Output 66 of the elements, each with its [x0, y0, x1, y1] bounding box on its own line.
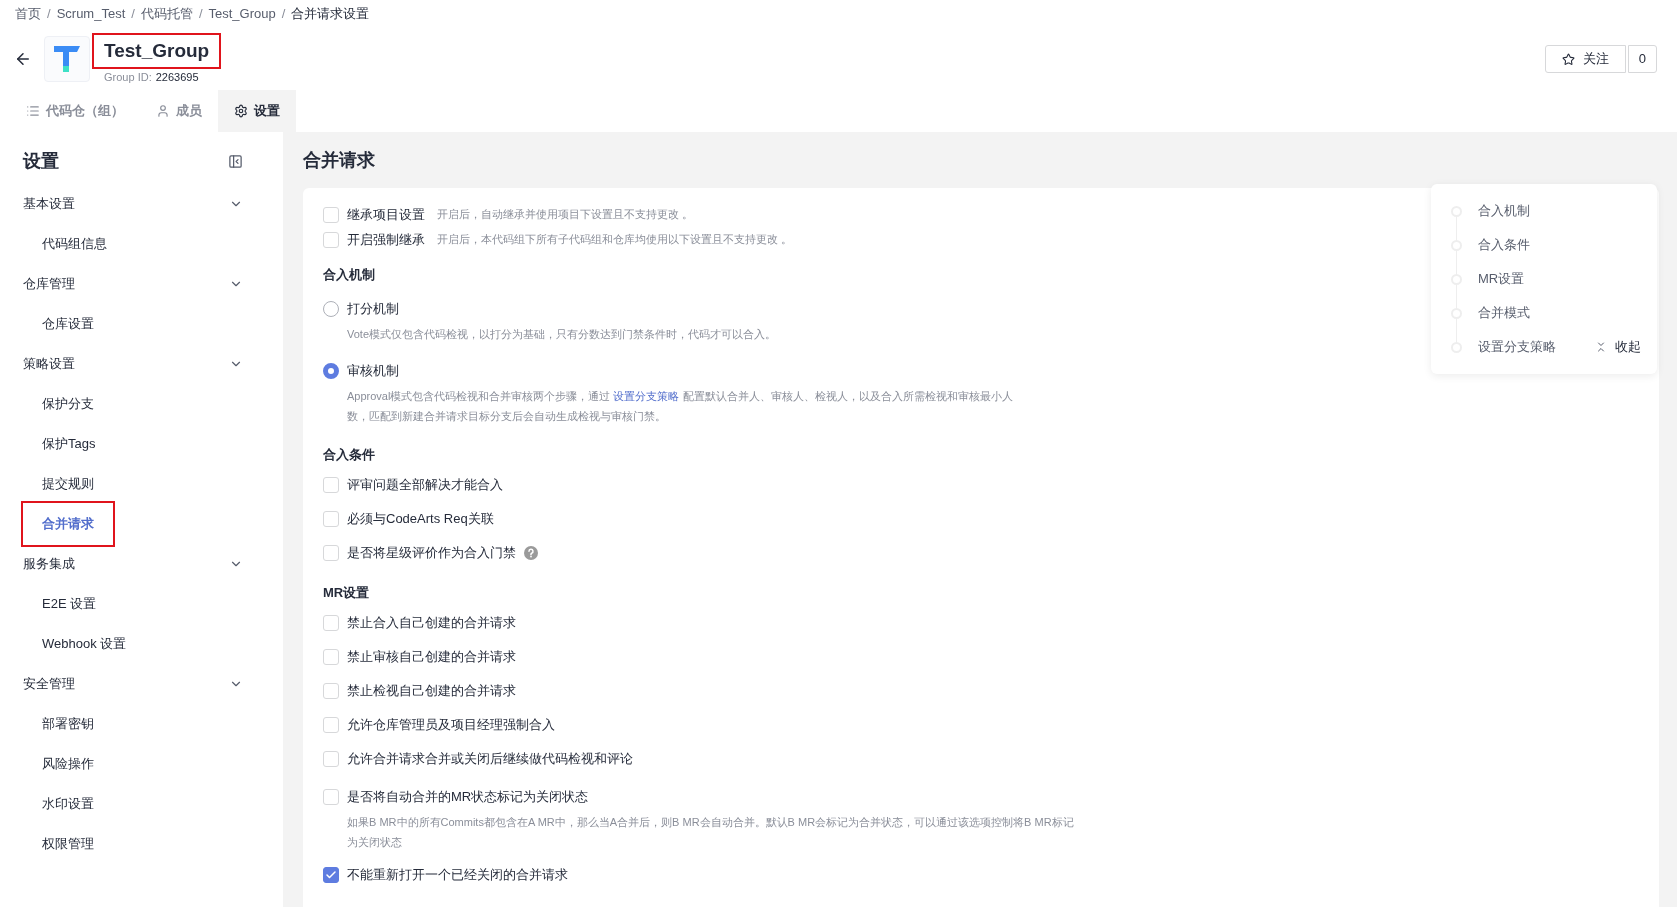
- toc-item[interactable]: 合入机制: [1478, 201, 1530, 221]
- gear-icon: [234, 104, 248, 118]
- group-id-label: Group ID:: [104, 70, 152, 85]
- option-description: Approval模式包含代码检视和合并审核两个步骤，通过 设置分支策略 配置默认合并人、审核人、检视人，以及合入所需检视和审核最小人数，匹配到新建合并请求目标分支后会自动生成检视与审核门禁。: [346, 389, 1014, 424]
- sidebar-item[interactable]: 合并请求: [21, 501, 115, 547]
- toc-item[interactable]: MR设置: [1478, 269, 1525, 289]
- sidebar-item[interactable]: 仓库设置: [21, 301, 115, 347]
- option-label: 开启强制继承: [347, 230, 425, 249]
- star-icon: [1561, 52, 1575, 66]
- breadcrumb-separator: /: [281, 5, 286, 24]
- option-label: 必须与CodeArts Req关联: [347, 510, 494, 529]
- sidebar-group[interactable]: 仓库管理: [23, 264, 243, 304]
- sidebar-group[interactable]: 安全管理: [23, 664, 243, 704]
- option-label: 是否将星级评价作为合入门禁: [347, 544, 516, 563]
- section-heading: MR设置: [323, 584, 370, 603]
- list-icon: [26, 104, 40, 118]
- group-title: Test_Group: [92, 32, 222, 69]
- breadcrumb-item: 合并请求设置: [291, 5, 370, 24]
- breadcrumb-separator: /: [131, 5, 135, 24]
- radio-button[interactable]: [323, 301, 339, 317]
- option-label: 允许合并请求合并或关闭后继续做代码检视和评论: [347, 750, 633, 769]
- help-icon[interactable]: [524, 546, 538, 560]
- option-description: 如果B MR中的所有Commits都包含在A MR中，那么当A合并后，则B MR会自动合并。默认B MR会标记为合并状态，可以通过该选项控制将B MR标记为关闭状态: [346, 815, 1075, 850]
- option-hint: 开启后，本代码组下所有子代码组和仓库均使用以下设置且不支持更改 。: [437, 232, 793, 248]
- option-label: 是否将自动合并的MR状态标记为关闭状态: [347, 788, 589, 807]
- sidebar-item[interactable]: 代码组信息: [21, 221, 128, 267]
- sidebar-group[interactable]: 服务集成: [23, 544, 243, 584]
- checkbox[interactable]: [323, 867, 339, 883]
- branch-policy-link[interactable]: 设置分支策略: [613, 390, 680, 402]
- tab[interactable]: 设置: [218, 90, 296, 132]
- collapse-icon: [1595, 341, 1607, 353]
- option-label: 打分机制: [347, 300, 399, 319]
- breadcrumb-separator: /: [47, 5, 51, 24]
- radio-button[interactable]: [323, 363, 339, 379]
- follow-count: 0: [1627, 45, 1657, 73]
- section-heading: 合入条件: [323, 446, 375, 465]
- option-hint: 开启后，自动继承并使用项目下设置且不支持更改 。: [437, 207, 694, 223]
- breadcrumb-item[interactable]: 代码托管: [140, 4, 193, 24]
- toc-item[interactable]: 合并模式: [1478, 303, 1530, 323]
- option-label: 审核机制: [347, 362, 399, 381]
- check-icon: [325, 869, 337, 881]
- option-label: 禁止审核自己创建的合并请求: [347, 648, 516, 667]
- toc-item[interactable]: 合入条件: [1478, 235, 1530, 255]
- option-label: 禁止合入自己创建的合并请求: [347, 614, 516, 633]
- option-description: Vote模式仅包含代码检视，以打分为基础，只有分数达到门禁条件时，代码才可以合入。: [346, 327, 777, 342]
- breadcrumb-separator: /: [198, 5, 203, 24]
- toc-item[interactable]: 设置分支策略: [1478, 337, 1556, 357]
- person-icon: [156, 104, 170, 118]
- option-label: 继承项目设置: [347, 205, 425, 224]
- collapse-button[interactable]: 收起: [1595, 337, 1641, 357]
- sidebar-title: 设置: [23, 149, 59, 173]
- breadcrumb-item[interactable]: Scrum_Test: [56, 4, 126, 24]
- option-label: 允许仓库管理员及项目经理强制合入: [347, 716, 555, 735]
- sidebar-group[interactable]: 基本设置: [23, 184, 243, 224]
- breadcrumb-item[interactable]: 首页: [15, 4, 41, 24]
- option-label: 禁止检视自己创建的合并请求: [347, 682, 516, 701]
- option-label: 评审问题全部解决才能合入: [347, 476, 503, 495]
- option-label: 不能重新打开一个已经关闭的合并请求: [347, 866, 568, 885]
- follow-button[interactable]: 关注: [1544, 45, 1626, 73]
- page-title: 合并请求: [303, 148, 375, 172]
- collapse-sidebar-icon[interactable]: [228, 153, 243, 169]
- breadcrumb-item[interactable]: Test_Group: [208, 4, 276, 24]
- section-heading: 合入机制: [323, 266, 375, 285]
- group-id-value: 2263695: [155, 70, 199, 85]
- back-icon[interactable]: [14, 50, 32, 68]
- sidebar-group[interactable]: 策略设置: [23, 344, 243, 384]
